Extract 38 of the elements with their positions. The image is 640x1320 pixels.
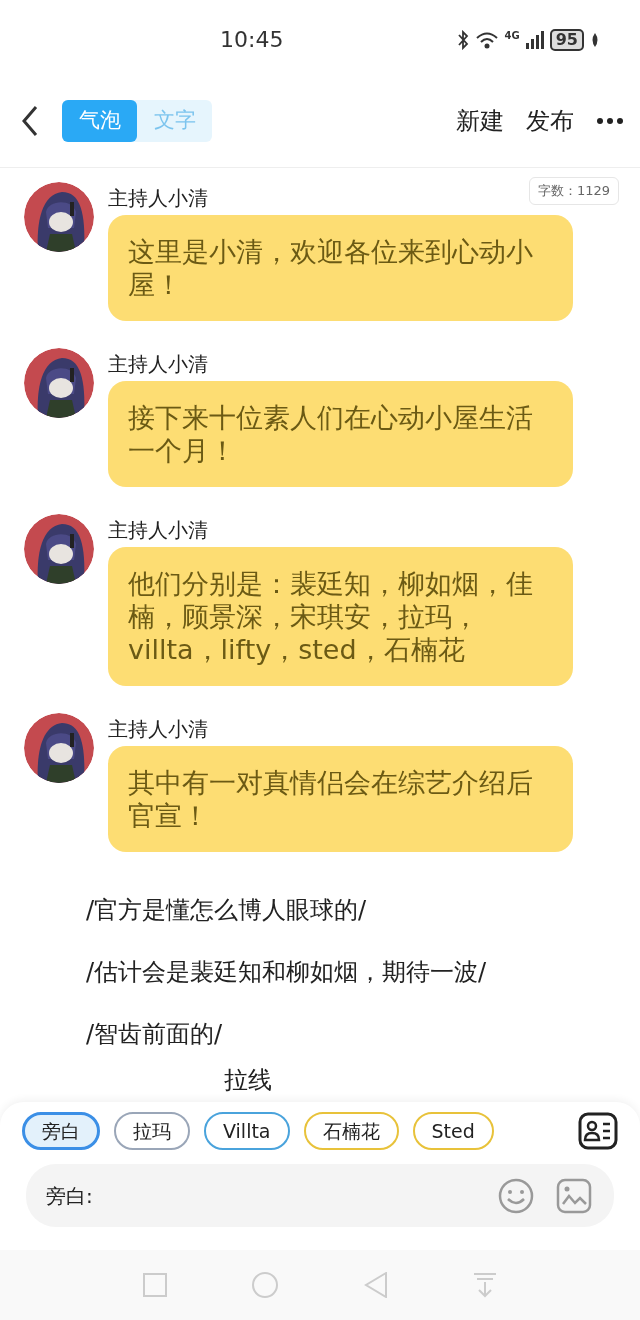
back-nav-icon[interactable]	[363, 1272, 388, 1298]
download-icon[interactable]	[473, 1272, 498, 1298]
back-icon[interactable]	[20, 105, 40, 137]
recent-apps-icon[interactable]	[142, 1273, 167, 1297]
word-count: 字数：1129	[528, 177, 619, 205]
message-bubble[interactable]: 这里是小清，欢迎各位来到心动小屋！	[108, 215, 573, 321]
contact-card-icon[interactable]	[578, 1112, 618, 1150]
status-time: 10:45	[220, 26, 284, 54]
role-chip[interactable]: 旁白	[22, 1112, 100, 1150]
more-icon[interactable]	[596, 117, 624, 125]
narration-text[interactable]: 拉线	[224, 1065, 272, 1095]
role-chip[interactable]: 拉玛	[114, 1112, 190, 1150]
bluetooth-icon	[456, 29, 469, 50]
speaker-name: 主持人小清	[108, 518, 208, 542]
network-type: 4G	[504, 30, 520, 41]
role-chip[interactable]: 石楠花	[303, 1112, 399, 1150]
input-prefix: 旁白:	[46, 1182, 93, 1210]
home-icon[interactable]	[252, 1272, 279, 1298]
message-input[interactable]: 旁白:	[26, 1164, 614, 1227]
message-bubble[interactable]: 其中有一对真情侣会在综艺介绍后官宣！	[108, 746, 573, 852]
message-bubble[interactable]: 他们分别是：裴廷知，柳如烟，佳楠，顾景深，宋琪安，拉玛，villta，lifty，sted，石楠花	[108, 547, 573, 686]
role-chip[interactable]: Villta	[204, 1112, 290, 1150]
speaker-name: 主持人小清	[108, 717, 208, 741]
emoji-icon[interactable]	[498, 1177, 534, 1214]
narration-text[interactable]: /官方是懂怎么博人眼球的/	[86, 895, 367, 925]
image-icon[interactable]	[556, 1177, 592, 1214]
leaf-icon	[590, 31, 600, 48]
header-action[interactable]: 发布	[526, 103, 574, 139]
narration-text[interactable]: /估计会是裴廷知和柳如烟，期待一波/	[86, 957, 487, 987]
role-chip[interactable]: Sted	[412, 1112, 494, 1150]
speaker-name: 主持人小清	[108, 186, 208, 210]
battery-indicator: 95	[549, 28, 584, 51]
header-action[interactable]: 新建	[456, 103, 504, 139]
message-bubble[interactable]: 接下来十位素人们在心动小屋生活一个月！	[108, 381, 573, 487]
speaker-name: 主持人小清	[108, 352, 208, 376]
narration-text[interactable]: /智齿前面的/	[86, 1019, 223, 1049]
signal-icon	[525, 30, 544, 49]
wifi-icon	[474, 30, 499, 49]
